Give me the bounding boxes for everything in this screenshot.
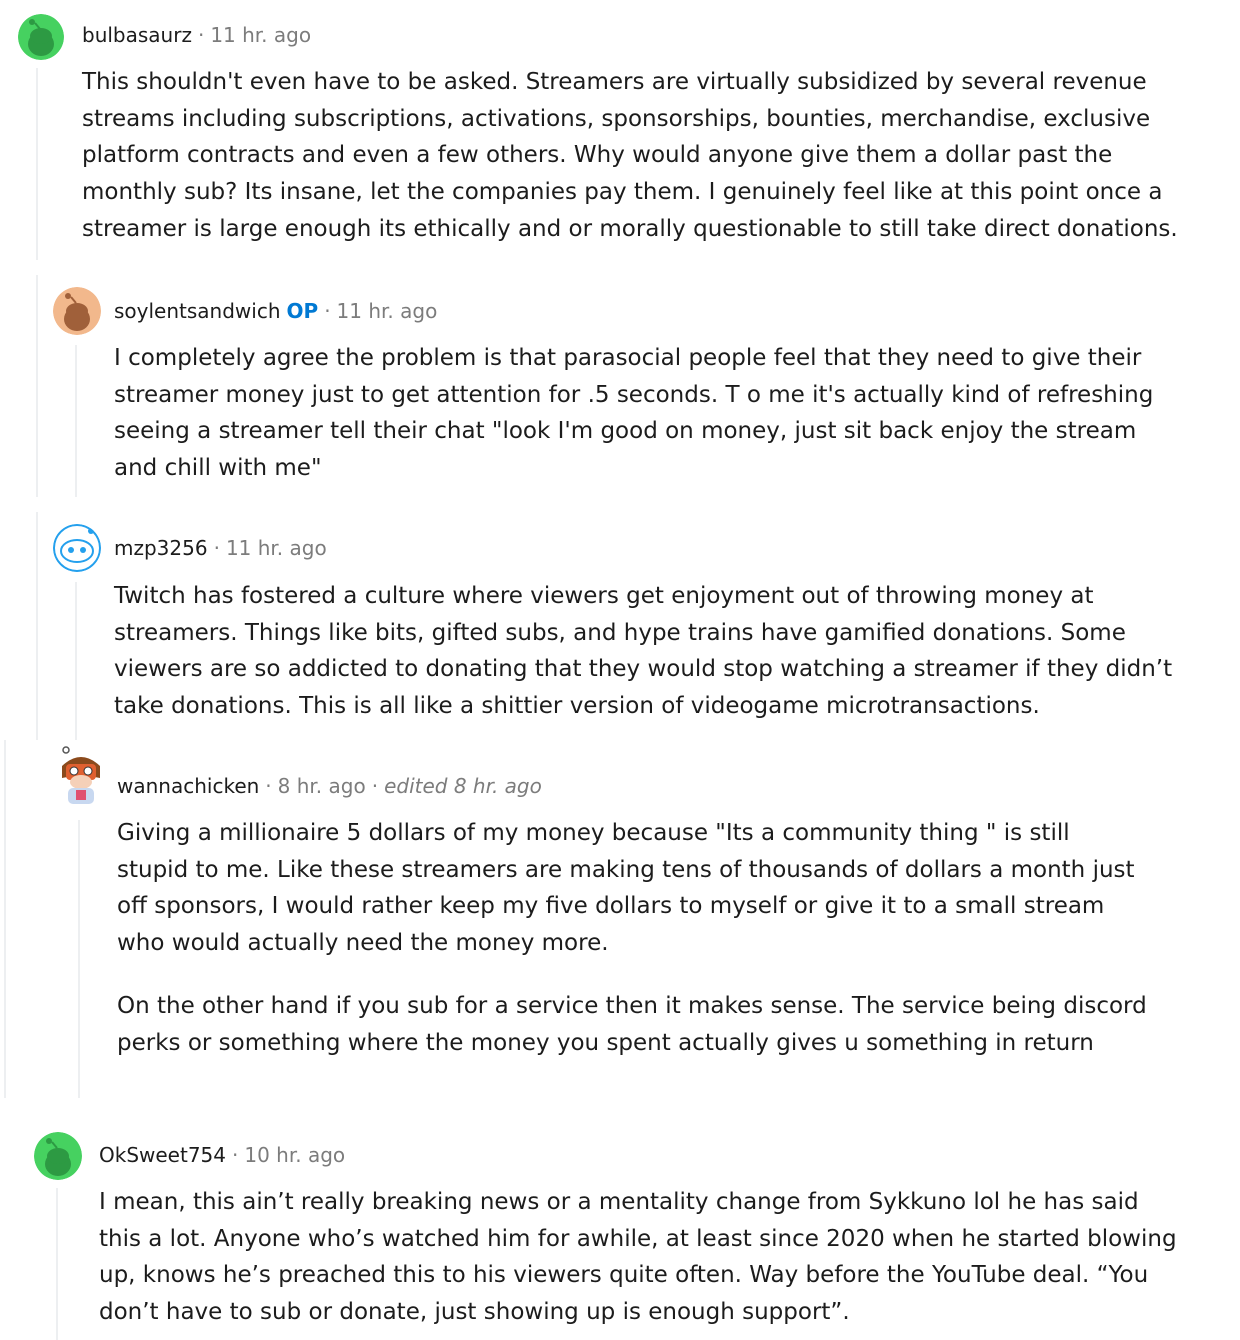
thread-line[interactable]: [78, 820, 80, 1098]
comment-body: I mean, this ain’t really breaking news …: [99, 1184, 1184, 1331]
timestamp[interactable]: 10 hr. ago: [244, 1143, 345, 1167]
cartoon-avatar-icon: [62, 746, 100, 804]
timestamp[interactable]: 11 hr. ago: [226, 536, 327, 560]
timestamp[interactable]: 11 hr. ago: [337, 299, 438, 323]
separator-dot: ·: [213, 536, 220, 560]
edited-label[interactable]: edited 8 hr. ago: [384, 774, 542, 798]
comment-paragraph: This shouldn't even have to be asked. St…: [82, 69, 1178, 242]
comment-paragraph: Twitch has fostered a culture where view…: [114, 583, 1173, 720]
comment-body: I completely agree the problem is that p…: [114, 340, 1164, 487]
avatar[interactable]: [34, 1132, 82, 1180]
thread-line[interactable]: [75, 582, 77, 740]
snoo-avatar-icon: [34, 1132, 82, 1180]
thread-line[interactable]: [75, 345, 77, 497]
snoo-avatar-icon: [18, 14, 64, 60]
timestamp[interactable]: 11 hr. ago: [210, 23, 311, 47]
timestamp[interactable]: 8 hr. ago: [278, 774, 366, 798]
thread-line[interactable]: [36, 68, 38, 260]
comment-meta: soylentsandwich OP · 11 hr. ago: [114, 299, 437, 323]
avatar[interactable]: [18, 14, 64, 60]
comment-paragraph: I mean, this ain’t really breaking news …: [99, 1189, 1177, 1326]
comment-paragraph: Giving a millionaire 5 dollars of my mon…: [117, 820, 1135, 957]
thread-line[interactable]: [36, 512, 38, 740]
separator-dot: ·: [265, 774, 272, 798]
username[interactable]: bulbasaurz: [82, 23, 192, 47]
thread-line[interactable]: [56, 1188, 58, 1340]
username[interactable]: soylentsandwich: [114, 299, 281, 323]
username[interactable]: OkSweet754: [99, 1143, 226, 1167]
comment-meta: OkSweet754 · 10 hr. ago: [99, 1143, 345, 1167]
comment-meta: bulbasaurz · 11 hr. ago: [82, 23, 311, 47]
comment-body: This shouldn't even have to be asked. St…: [82, 64, 1182, 248]
avatar[interactable]: [53, 287, 101, 335]
op-badge: OP: [286, 299, 319, 323]
thread-line[interactable]: [4, 740, 6, 1098]
thread-line[interactable]: [36, 275, 38, 497]
comment-body: Twitch has fostered a culture where view…: [114, 578, 1184, 725]
avatar[interactable]: [53, 524, 101, 572]
comment-paragraph: On the other hand if you sub for a servi…: [117, 992, 1147, 1056]
separator-dot: ·: [324, 299, 331, 323]
username[interactable]: wannachicken: [117, 774, 259, 798]
separator-dot: ·: [232, 1143, 239, 1167]
comment-paragraph: I completely agree the problem is that p…: [114, 345, 1154, 482]
avatar[interactable]: [56, 744, 106, 810]
snoo-avatar-icon: [53, 524, 101, 572]
comment-meta: wannachicken · 8 hr. ago · edited 8 hr. ago: [117, 774, 542, 798]
separator-dot: ·: [197, 23, 205, 47]
username[interactable]: mzp3256: [114, 536, 208, 560]
separator-dot: ·: [371, 774, 379, 798]
snoo-avatar-icon: [53, 287, 101, 335]
comment-body: Giving a millionaire 5 dollars of my mon…: [117, 815, 1147, 1061]
comment-meta: mzp3256 · 11 hr. ago: [114, 536, 327, 560]
